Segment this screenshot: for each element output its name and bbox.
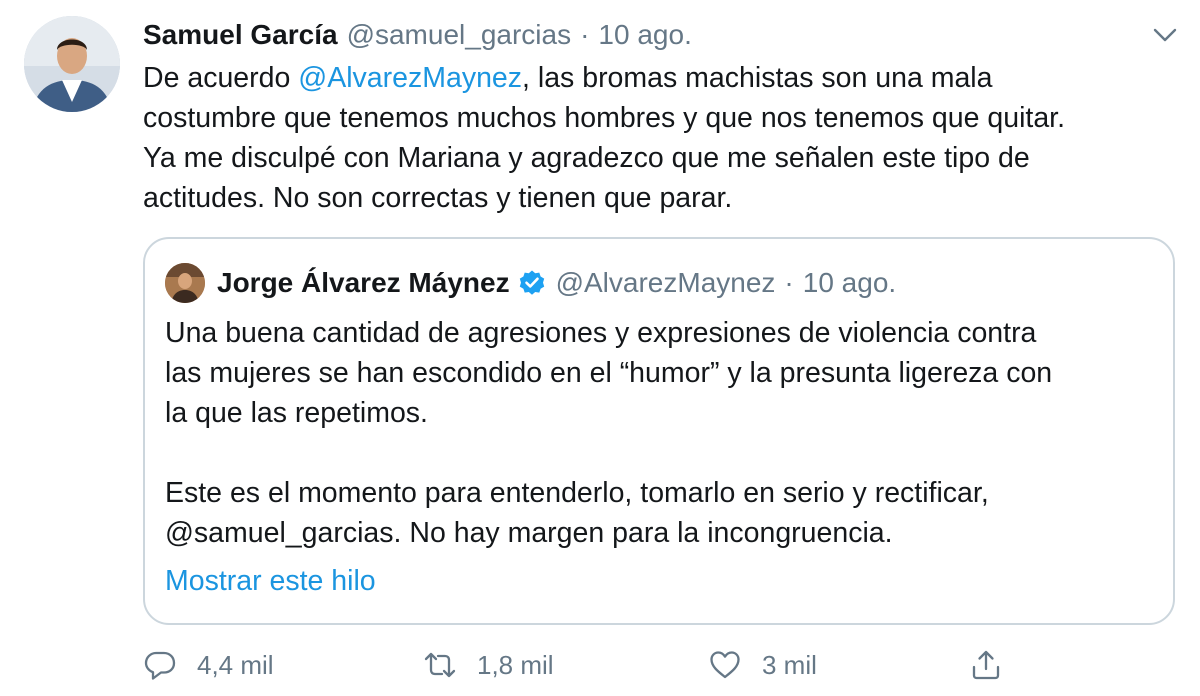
reply-count: 4,4 mil	[197, 649, 274, 680]
tweet-text-line: Ya me disculpé con Mariana y agradezco q…	[143, 142, 1030, 174]
author-handle[interactable]: @samuel_garcias	[347, 19, 572, 51]
author-avatar[interactable]	[24, 16, 120, 112]
tweet: Samuel García @samuel_garcias · 10 ago. …	[0, 0, 1200, 696]
quoted-text-line: Una buena cantidad de agresiones y expre…	[165, 317, 1037, 349]
quoted-header: Jorge Álvarez Máynez @AlvarezMaynez · 10…	[217, 261, 896, 305]
tweet-text-line: De acuerdo @AlvarezMaynez, las bromas ma…	[143, 58, 1183, 98]
quoted-timestamp[interactable]: 10 ago.	[803, 267, 896, 299]
header-separator: ·	[580, 19, 590, 50]
share-button[interactable]	[969, 640, 1003, 690]
share-icon	[972, 650, 1000, 680]
like-count: 3 mil	[762, 649, 817, 680]
reply-icon	[144, 651, 176, 680]
like-icon	[710, 651, 740, 679]
mention-link[interactable]: @AlvarezMaynez	[298, 62, 522, 94]
chevron-down-icon[interactable]	[1150, 20, 1180, 50]
mention-link[interactable]: @samuel_garcias	[165, 517, 394, 549]
retweet-button[interactable]: 1,8 mil	[423, 640, 554, 690]
tweet-header: Samuel García @samuel_garcias · 10 ago.	[143, 14, 692, 56]
quoted-author-avatar[interactable]	[165, 263, 205, 303]
quoted-text: Una buena cantidad de agresiones y expre…	[165, 313, 1155, 553]
text-segment: . No hay margen para la incongruencia.	[393, 517, 893, 549]
quoted-text-line: las mujeres se han escondido en el “humo…	[165, 357, 1053, 389]
author-name[interactable]: Samuel García	[143, 19, 338, 51]
tweet-actions: 4,4 mil 1,8 mil 3 mil	[143, 640, 1183, 690]
retweet-icon	[424, 652, 456, 678]
tweet-text-line: actitudes. No son correctas y tienen que…	[143, 182, 733, 214]
reply-button[interactable]: 4,4 mil	[143, 640, 274, 690]
quoted-author-name[interactable]: Jorge Álvarez Máynez	[217, 267, 510, 299]
quoted-text-line: @samuel_garcias. No hay margen para la i…	[165, 513, 1155, 553]
header-separator: ·	[784, 267, 794, 298]
text-segment: , las bromas machistas son una mala	[522, 62, 993, 94]
quoted-author-handle[interactable]: @AlvarezMaynez	[556, 267, 776, 299]
like-button[interactable]: 3 mil	[708, 640, 817, 690]
quoted-tweet[interactable]: Jorge Álvarez Máynez @AlvarezMaynez · 10…	[143, 237, 1175, 625]
show-thread-link[interactable]: Mostrar este hilo	[165, 565, 376, 598]
quoted-text-line: Este es el momento para entenderlo, toma…	[165, 477, 989, 509]
retweet-count: 1,8 mil	[477, 649, 554, 680]
tweet-text-line: costumbre que tenemos muchos hombres y q…	[143, 102, 1066, 134]
tweet-timestamp[interactable]: 10 ago.	[598, 19, 691, 51]
verified-badge-icon	[518, 269, 546, 297]
text-segment: De acuerdo	[143, 62, 299, 94]
tweet-text: De acuerdo @AlvarezMaynez, las bromas ma…	[143, 58, 1183, 218]
quoted-text-line: la que las repetimos.	[165, 397, 428, 429]
